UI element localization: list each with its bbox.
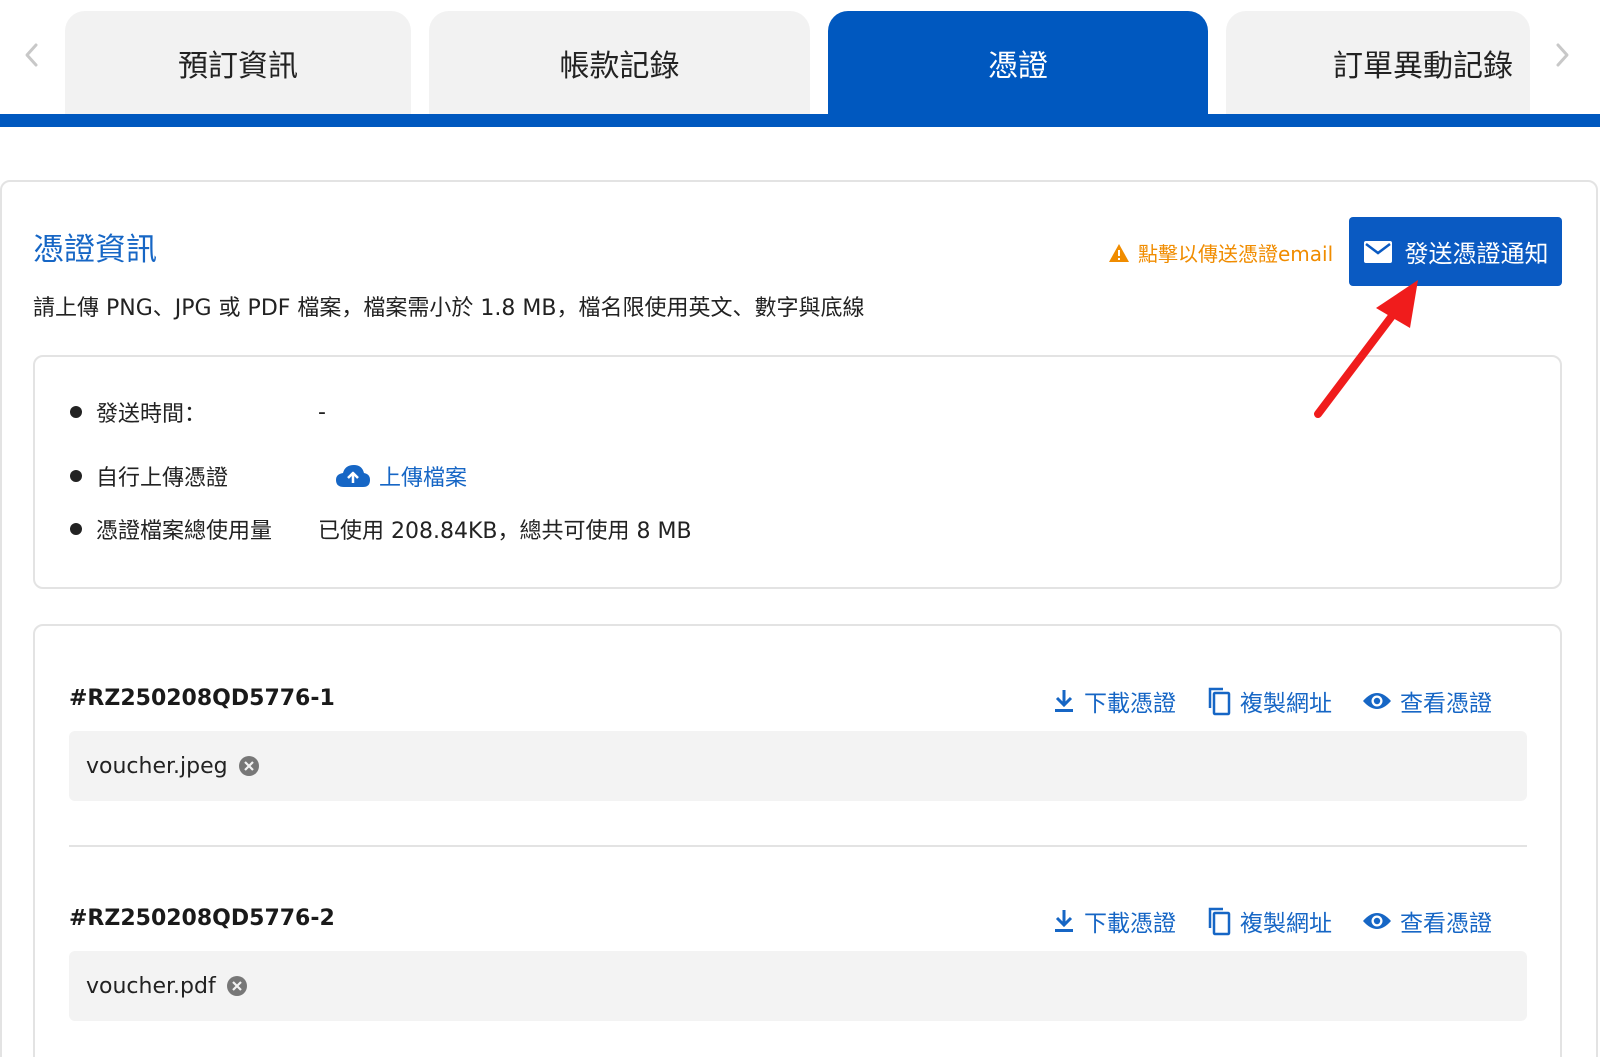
- tab-booking-info[interactable]: 預訂資訊: [65, 11, 411, 114]
- copy-icon: [1208, 907, 1231, 936]
- voucher-actions: 下載憑證 複製網址 查看憑證: [1052, 684, 1492, 718]
- send-time-row: 發送時間： -: [70, 396, 326, 428]
- send-hint: 點擊以傳送憑證email: [1108, 238, 1333, 267]
- copy-url-button[interactable]: 複製網址: [1206, 684, 1332, 718]
- usage-label: 憑證檔案總使用量: [96, 519, 273, 544]
- cloud-upload-icon: [336, 465, 370, 487]
- file-chip: voucher.jpeg: [86, 754, 260, 779]
- bullet: [70, 406, 82, 418]
- send-time-label: 發送時間：: [96, 402, 207, 427]
- upload-description: 請上傳 PNG、JPG 或 PDF 檔案，檔案需小於 1.8 MB，檔名限使用英…: [33, 296, 865, 321]
- view-label: 查看憑證: [1400, 691, 1492, 717]
- remove-file-icon[interactable]: [238, 755, 260, 777]
- annotation-arrow-icon: [1314, 280, 1418, 418]
- divider: [69, 845, 1527, 847]
- send-button-label: 發送憑證通知: [1404, 240, 1549, 268]
- send-time-value: -: [318, 399, 326, 425]
- usage-row: 憑證檔案總使用量 已使用 208.84KB，總共可使用 8 MB: [70, 513, 692, 545]
- tab-order-changes[interactable]: 訂單異動記錄: [1226, 11, 1530, 114]
- usage-value: 已使用 208.84KB，總共可使用 8 MB: [318, 519, 692, 544]
- copy-url-button[interactable]: 複製網址: [1206, 904, 1332, 938]
- upload-file-link[interactable]: 上傳檔案: [335, 460, 467, 492]
- mail-icon: [1363, 240, 1392, 263]
- upload-label: 自行上傳憑證: [96, 466, 229, 491]
- remove-file-icon[interactable]: [226, 975, 248, 997]
- upload-row: 自行上傳憑證 上傳檔案: [70, 460, 467, 492]
- file-name: voucher.pdf: [86, 973, 216, 999]
- hint-text: 點擊以傳送憑證email: [1138, 242, 1334, 266]
- view-voucher-button[interactable]: 查看憑證: [1362, 684, 1492, 718]
- file-name: voucher.jpeg: [86, 753, 228, 779]
- download-voucher-button[interactable]: 下載憑證: [1052, 684, 1176, 718]
- copy-icon: [1208, 687, 1231, 716]
- download-icon: [1055, 910, 1073, 932]
- tab-voucher[interactable]: 憑證: [828, 11, 1208, 114]
- copy-label: 複製網址: [1240, 911, 1332, 937]
- chevron-left-icon[interactable]: [16, 40, 46, 70]
- download-label: 下載憑證: [1084, 691, 1176, 717]
- chevron-right-icon[interactable]: [1548, 40, 1578, 70]
- file-area: voucher.pdf: [69, 951, 1527, 1021]
- view-label: 查看憑證: [1400, 911, 1492, 937]
- voucher-id: #RZ250208QD5776-1: [69, 686, 335, 711]
- download-icon: [1055, 690, 1073, 712]
- section-title: 憑證資訊: [33, 232, 157, 268]
- file-chip: voucher.pdf: [86, 974, 248, 999]
- warning-icon: [1109, 243, 1129, 262]
- eye-icon: [1363, 913, 1391, 929]
- eye-icon: [1363, 693, 1391, 709]
- tab-underline: [0, 114, 1600, 127]
- view-voucher-button[interactable]: 查看憑證: [1362, 904, 1492, 938]
- file-area: voucher.jpeg: [69, 731, 1527, 801]
- tab-payment-records[interactable]: 帳款記錄: [429, 11, 810, 114]
- download-voucher-button[interactable]: 下載憑證: [1052, 904, 1176, 938]
- voucher-id: #RZ250208QD5776-2: [69, 906, 335, 931]
- upload-link-label: 上傳檔案: [379, 466, 468, 491]
- bullet: [70, 523, 82, 535]
- copy-label: 複製網址: [1240, 691, 1332, 717]
- voucher-actions: 下載憑證 複製網址 查看憑證: [1052, 904, 1492, 938]
- download-label: 下載憑證: [1084, 911, 1176, 937]
- bullet: [70, 470, 82, 482]
- tab-bar: 預訂資訊 帳款記錄 憑證 訂單異動記錄: [0, 0, 1600, 128]
